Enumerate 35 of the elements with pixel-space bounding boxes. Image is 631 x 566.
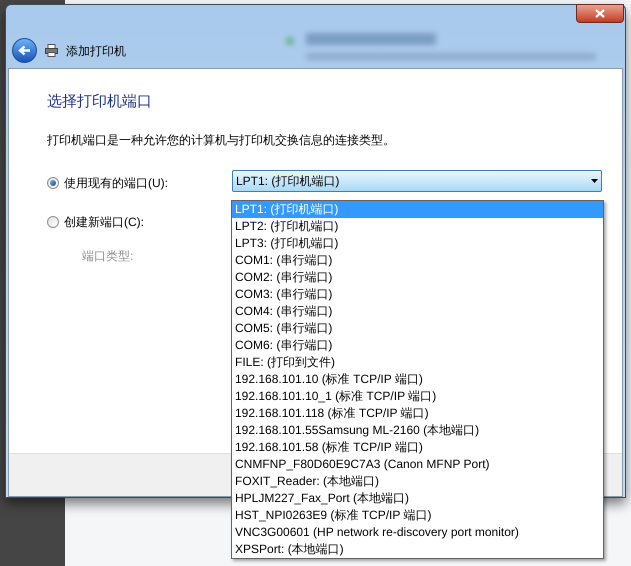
port-option[interactable]: COM4: (串行端口) [232, 303, 603, 320]
port-option[interactable]: COM5: (串行端口) [232, 320, 603, 337]
close-button[interactable] [576, 4, 624, 23]
port-option[interactable]: FOXIT_Reader: (本地端口) [232, 473, 603, 490]
port-option[interactable]: COM3: (串行端口) [232, 286, 603, 303]
port-option[interactable]: LPT2: (打印机端口) [232, 218, 603, 235]
radio-label: 使用现有的端口(U): [64, 175, 168, 192]
window-title: 添加打印机 [66, 42, 126, 60]
radio-button[interactable] [47, 216, 59, 228]
port-dropdown[interactable]: LPT1: (打印机端口) [232, 170, 602, 192]
page-heading: 选择打印机端口 [47, 92, 152, 112]
close-icon [595, 9, 605, 18]
port-option[interactable]: VNC3G00601 (HP network re-discovery port monitor) [232, 524, 603, 541]
port-option[interactable]: COM1: (串行端口) [232, 252, 603, 269]
radio-label: 创建新端口(C): [64, 214, 144, 231]
port-option[interactable]: 192.168.101.55Samsung ML-2160 (本地端口) [232, 422, 603, 439]
port-option[interactable]: 192.168.101.118 (标准 TCP/IP 端口) [232, 405, 603, 422]
port-option[interactable]: COM6: (串行端口) [232, 337, 603, 354]
port-option[interactable]: HPLJM227_Fax_Port (本地端口) [232, 490, 603, 507]
back-arrow-icon [18, 45, 31, 56]
port-type-label: 端口类型: [82, 248, 134, 265]
port-option[interactable]: 192.168.101.58 (标准 TCP/IP 端口) [232, 439, 603, 456]
port-option[interactable]: FILE: (打印到文件) [232, 354, 603, 371]
back-button[interactable] [12, 38, 37, 63]
port-option[interactable]: 192.168.101.10 (标准 TCP/IP 端口) [232, 371, 603, 388]
port-option[interactable]: COM2: (串行端口) [232, 269, 603, 286]
port-option[interactable]: XPSPort: (本地端口) [232, 541, 603, 558]
port-option[interactable]: LPT3: (打印机端口) [232, 235, 603, 252]
port-option[interactable]: 192.168.101.10_1 (标准 TCP/IP 端口) [232, 388, 603, 405]
radio-button[interactable] [47, 177, 59, 189]
port-option[interactable]: CNMFNP_F80D60E9C7A3 (Canon MFNP Port) [232, 456, 603, 473]
printer-icon [45, 44, 58, 57]
dropdown-arrow-icon [591, 179, 598, 183]
description-text: 打印机端口是一种允许您的计算机与打印机交换信息的连接类型。 [47, 132, 395, 149]
port-option[interactable]: HST_NPI0263E9 (标准 TCP/IP 端口) [232, 507, 603, 524]
